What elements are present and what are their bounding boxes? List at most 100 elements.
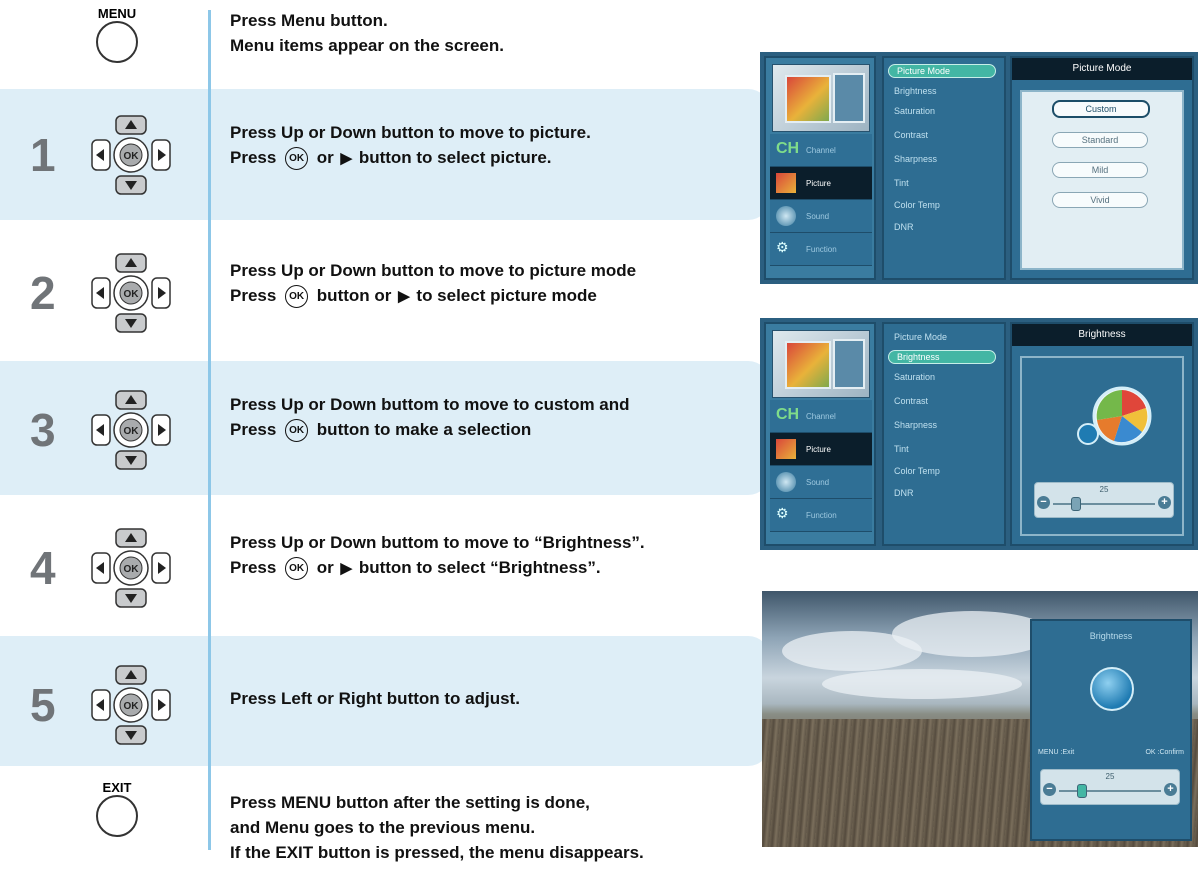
- tv-sidebar-function[interactable]: ⚙ Function: [770, 499, 872, 532]
- minus-icon[interactable]: −: [1043, 783, 1056, 796]
- dpad-icon[interactable]: [88, 525, 174, 611]
- dpad-icon[interactable]: [88, 662, 174, 748]
- tv-menu-item-sharpness[interactable]: Sharpness: [894, 154, 937, 164]
- brightness-bulb-icon: [1090, 667, 1134, 711]
- step-2-line2: Press OK button or ▶ to select picture m…: [230, 283, 636, 309]
- slider-track: [1053, 503, 1155, 505]
- picture-thumbnail: [772, 64, 870, 132]
- sound-icon: [776, 206, 796, 226]
- step-3-line1: Press Up or Down buttom to move to custo…: [230, 395, 630, 414]
- tv-menu-item-contrast[interactable]: Contrast: [894, 130, 928, 140]
- tv-menu-item-brightness[interactable]: Brightness: [894, 86, 937, 96]
- slider-knob[interactable]: [1071, 497, 1081, 511]
- brightness-slider[interactable]: 25 − +: [1034, 482, 1174, 518]
- tv-menu-list: Picture Mode Brightness Saturation Contr…: [882, 56, 1006, 280]
- tv-sidebar-channel[interactable]: CH Channel: [770, 134, 872, 167]
- step-3-press: Press: [230, 420, 277, 439]
- step-4-press: Press: [230, 558, 277, 577]
- menu-button-icon: [96, 21, 138, 63]
- menu-button[interactable]: MENU: [93, 6, 141, 63]
- tv-sidebar-label: Sound: [806, 212, 830, 221]
- tv-panel-title: Brightness: [1012, 324, 1192, 346]
- option-standard[interactable]: Standard: [1052, 132, 1148, 148]
- picture-icon: [776, 173, 796, 193]
- step-4-line1: Press Up or Down buttom to move to “Brig…: [230, 533, 645, 552]
- tv-menu-item-color-temp[interactable]: Color Temp: [894, 200, 940, 210]
- exit-button-label: EXIT: [102, 780, 132, 795]
- tv-menu-item-tint[interactable]: Tint: [894, 178, 909, 188]
- step-3-line2: Press OK button to make a selection: [230, 417, 630, 443]
- plus-icon[interactable]: +: [1164, 783, 1177, 796]
- dpad-icon[interactable]: [88, 387, 174, 473]
- option-mild[interactable]: Mild: [1052, 162, 1148, 178]
- divider-line: [208, 10, 211, 850]
- step-number-1: 1: [30, 129, 56, 181]
- tv-sidebar-function[interactable]: ⚙ Function: [770, 233, 872, 266]
- slider-value: 25: [1105, 772, 1115, 781]
- function-icon: ⚙: [776, 505, 789, 521]
- step-number-4: 4: [30, 542, 56, 594]
- outro-line1: Press MENU button after the setting is d…: [230, 793, 590, 812]
- sound-icon: [776, 472, 796, 492]
- step-number-5: 5: [30, 679, 56, 731]
- step-1-line2: Press OK or ▶ button to select picture.: [230, 145, 591, 171]
- tv-sidebar-sound[interactable]: Sound: [770, 200, 872, 233]
- tv-sidebar-picture[interactable]: Picture: [770, 167, 872, 200]
- tv-menu-item-picture-mode[interactable]: Picture Mode: [888, 64, 996, 78]
- tv-menu-item-sharpness[interactable]: Sharpness: [894, 420, 937, 430]
- tv-panel-inner: Custom Standard Mild Vivid: [1020, 90, 1184, 270]
- step-3-text: Press Up or Down buttom to move to custo…: [230, 392, 630, 443]
- slider-value: 25: [1099, 485, 1109, 494]
- step-2-tail: to select picture mode: [416, 286, 597, 305]
- tv-sidebar-label: Picture: [806, 445, 831, 454]
- tv-sidebar-sound[interactable]: Sound: [770, 466, 872, 499]
- step-4-line2: Press OK or ▶ button to select “Brightne…: [230, 555, 645, 581]
- step-1-or: or: [316, 148, 334, 167]
- tv-menu-item-tint[interactable]: Tint: [894, 444, 909, 454]
- tv-screen-picture-mode: CH Channel Picture Sound ⚙ Function Pictur…: [760, 52, 1198, 284]
- dpad-icon[interactable]: [88, 112, 174, 198]
- tv-sidebar: CH Channel Picture Sound ⚙ Function: [764, 56, 876, 280]
- plus-icon[interactable]: +: [1158, 496, 1171, 509]
- step-1-text: Press Up or Down button to move to pictu…: [230, 120, 591, 171]
- minus-icon[interactable]: −: [1037, 496, 1050, 509]
- tv-menu-item-picture-mode[interactable]: Picture Mode: [894, 332, 947, 342]
- step-3-tail: button to make a selection: [316, 420, 532, 439]
- tv-menu-item-saturation[interactable]: Saturation: [894, 372, 935, 382]
- tv-sidebar-label: Sound: [806, 478, 830, 487]
- option-vivid[interactable]: Vivid: [1052, 192, 1148, 208]
- step-4-text: Press Up or Down buttom to move to “Brig…: [230, 530, 645, 581]
- tv-sidebar-label: Function: [806, 245, 837, 254]
- ok-icon: OK: [285, 557, 309, 581]
- tv-menu-list: Picture Mode Brightness Saturation Contr…: [882, 322, 1006, 546]
- tv-sidebar: CH Channel Picture Sound ⚙ Function: [764, 322, 876, 546]
- step-2-text: Press Up or Down button to move to pictu…: [230, 258, 636, 309]
- brightness-slider[interactable]: 25 − +: [1040, 769, 1180, 805]
- step-2-or: button or: [316, 286, 392, 305]
- tv-sidebar-label: Function: [806, 511, 837, 520]
- tv-menu-item-contrast[interactable]: Contrast: [894, 396, 928, 406]
- slider-knob[interactable]: [1077, 784, 1087, 798]
- osd-hint: MENU :Exit OK :Confirm: [1038, 749, 1184, 756]
- outro-line2: and Menu goes to the previous menu.: [230, 818, 536, 837]
- dpad-icon[interactable]: [88, 250, 174, 336]
- step-2-press: Press: [230, 286, 277, 305]
- hint-confirm: OK :Confirm: [1145, 749, 1184, 756]
- outro-text: Press MENU button after the setting is d…: [230, 790, 644, 865]
- hint-exit: MENU :Exit: [1038, 749, 1075, 756]
- tv-menu-item-dnr[interactable]: DNR: [894, 222, 914, 232]
- tv-menu-item-brightness[interactable]: Brightness: [888, 350, 996, 364]
- tv-sidebar-channel[interactable]: CH Channel: [770, 400, 872, 433]
- option-custom[interactable]: Custom: [1052, 100, 1150, 118]
- exit-button[interactable]: EXIT: [93, 780, 141, 837]
- channel-icon: CH: [776, 406, 800, 423]
- tv-sidebar-label: Channel: [806, 412, 836, 421]
- tv-menu-item-saturation[interactable]: Saturation: [894, 106, 935, 116]
- brightness-osd: Brightness MENU :Exit OK :Confirm 25 − +: [1030, 619, 1192, 841]
- tv-menu-item-dnr[interactable]: DNR: [894, 488, 914, 498]
- tv-sidebar-picture[interactable]: Picture: [770, 433, 872, 466]
- step-1-tail: button to select picture.: [358, 148, 552, 167]
- tv-panel-inner: 25 − +: [1020, 356, 1184, 536]
- tv-menu-item-color-temp[interactable]: Color Temp: [894, 466, 940, 476]
- step-number-2: 2: [30, 267, 56, 319]
